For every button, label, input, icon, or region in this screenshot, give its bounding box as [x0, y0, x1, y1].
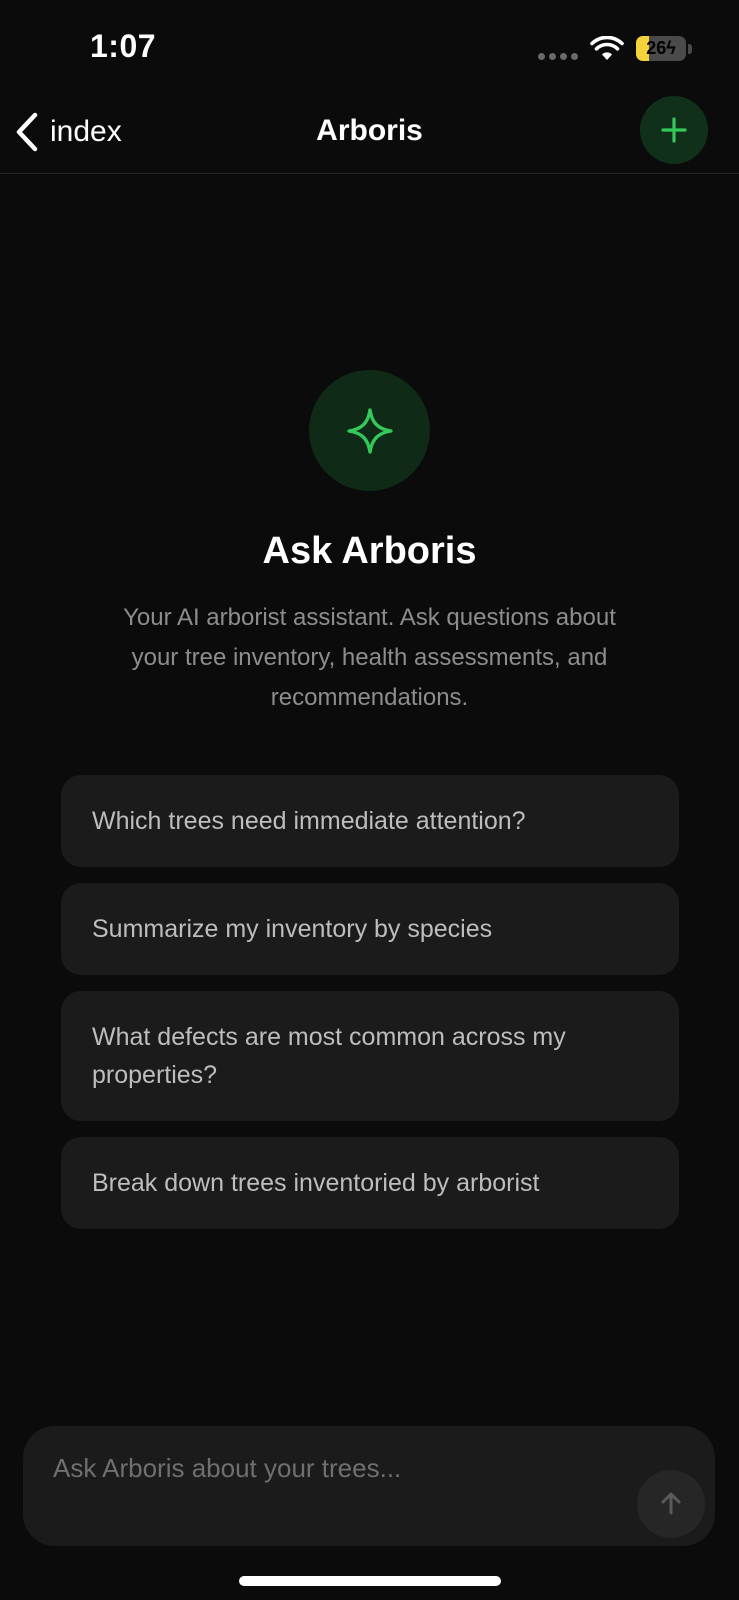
charging-bolt-icon: ϟ — [666, 38, 676, 58]
nav-bar: index Arboris — [0, 90, 739, 174]
battery-cap — [688, 44, 692, 54]
battery-level: 26ϟ — [646, 38, 676, 58]
hero-subtitle: Your AI arborist assistant. Ask question… — [123, 604, 616, 711]
chat-screen: 1:07 26ϟ index Arboris Ask Arboris Your … — [0, 0, 739, 1600]
message-input[interactable] — [53, 1446, 613, 1490]
wifi-icon — [590, 36, 624, 60]
signal-dots-icon — [538, 53, 578, 60]
sparkle-icon — [346, 407, 393, 454]
suggestion-chip[interactable]: Summarize my inventory by species — [61, 883, 679, 975]
message-composer — [23, 1426, 715, 1546]
battery-icon: 26ϟ — [636, 36, 686, 61]
suggestion-chip[interactable]: Which trees need immediate attention? — [61, 775, 679, 867]
chevron-left-icon — [16, 112, 38, 152]
new-chat-button[interactable] — [640, 96, 708, 164]
assistant-avatar — [309, 370, 430, 491]
send-button[interactable] — [637, 1470, 705, 1538]
suggestion-chip[interactable]: Break down trees inventoried by arborist — [61, 1137, 679, 1229]
hero-title: Ask Arboris — [262, 530, 477, 572]
suggestion-list: Which trees need immediate attention? Su… — [61, 775, 679, 1245]
suggestion-chip[interactable]: What defects are most common across my p… — [61, 991, 679, 1121]
back-button[interactable]: index — [14, 110, 122, 154]
plus-icon — [661, 117, 687, 143]
back-label: index — [50, 115, 122, 148]
status-time: 1:07 — [90, 28, 157, 64]
home-indicator — [239, 1576, 501, 1586]
status-bar: 1:07 26ϟ — [0, 0, 739, 90]
arrow-up-icon — [661, 1492, 681, 1515]
